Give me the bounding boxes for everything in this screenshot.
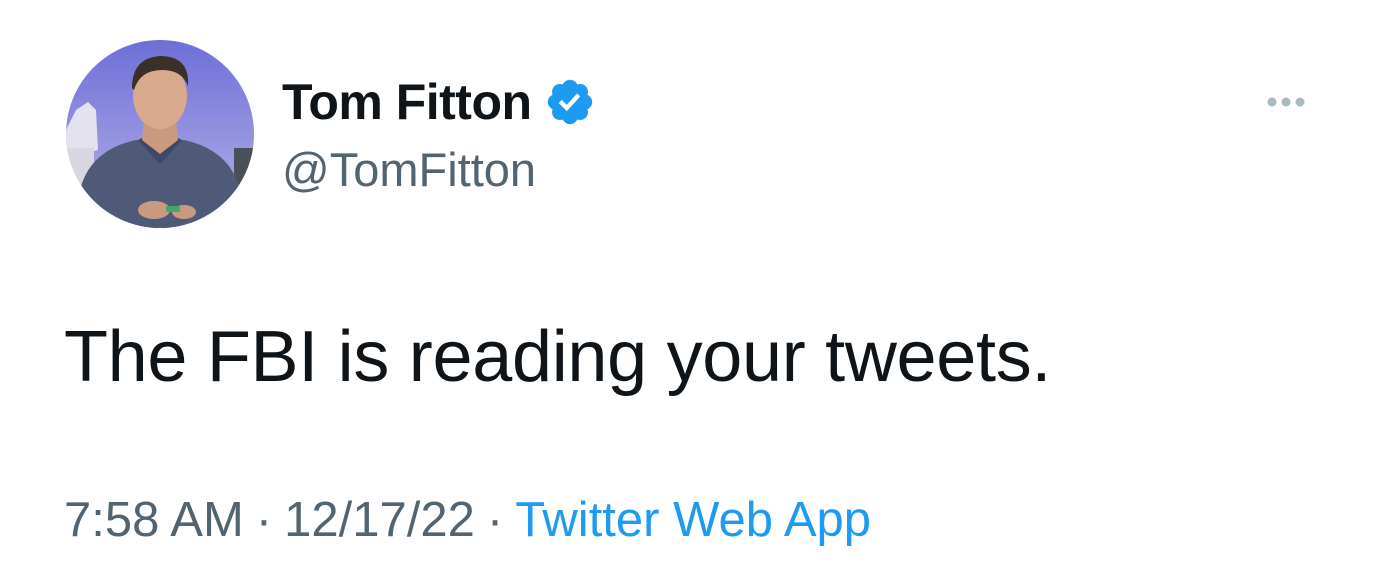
tweet-card: Tom Fitton @TomFitton The FBI is reading… <box>0 0 1381 582</box>
verified-badge-icon <box>544 76 596 128</box>
avatar-image <box>66 40 254 228</box>
author-avatar[interactable] <box>66 40 254 228</box>
author-name-row: Tom Fitton <box>282 70 596 134</box>
tweet-source-link[interactable]: Twitter Web App <box>515 493 871 547</box>
meta-separator: · <box>486 493 504 547</box>
tweet-time[interactable]: 7:58 AM <box>64 493 244 547</box>
tweet-date[interactable]: 12/17/22 <box>284 493 475 547</box>
more-options-button[interactable] <box>1258 86 1314 118</box>
meta-separator: · <box>255 493 273 547</box>
author-display-name[interactable]: Tom Fitton <box>282 73 532 131</box>
author-handle[interactable]: @TomFitton <box>282 142 536 197</box>
tweet-text: The FBI is reading your tweets. <box>64 317 1052 397</box>
tweet-metadata: 7:58 AM · 12/17/22 · Twitter Web App <box>64 492 871 548</box>
more-horizontal-icon <box>1267 97 1305 107</box>
